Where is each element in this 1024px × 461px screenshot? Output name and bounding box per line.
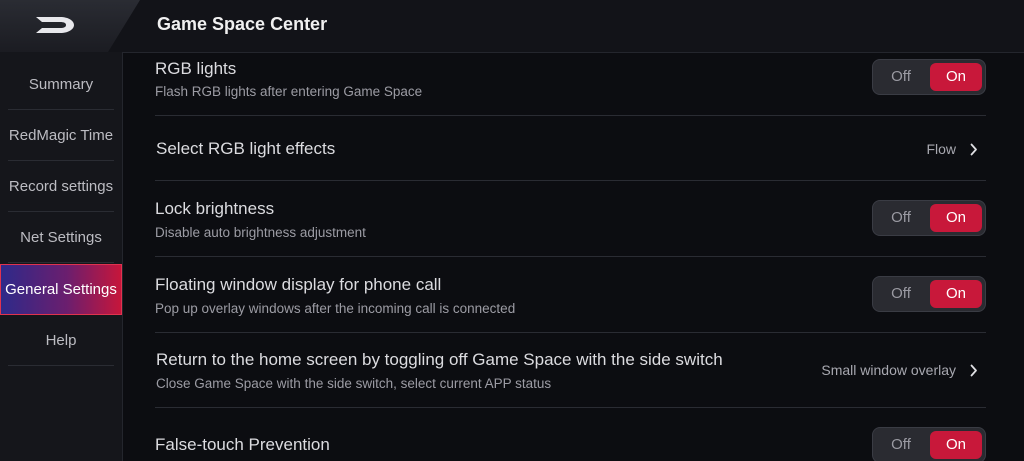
logo-tab[interactable]: [0, 0, 140, 52]
sidebar-item-general-settings[interactable]: General Settings: [0, 264, 122, 315]
setting-row-false-touch: False-touch Prevention Off On: [155, 408, 986, 461]
sidebar-item-label: RedMagic Time: [8, 127, 114, 144]
chevron-right-icon: [970, 364, 977, 376]
toggle-on-option[interactable]: On: [930, 204, 982, 232]
toggle-off-option[interactable]: Off: [873, 201, 929, 235]
sidebar-item-label: General Settings: [5, 281, 117, 298]
sidebar: Summary RedMagic Time Record settings Ne…: [0, 52, 123, 461]
sidebar-divider: [8, 262, 114, 263]
sidebar-item-label: Help: [45, 332, 77, 349]
sidebar-item-label: Summary: [28, 76, 94, 93]
setting-title: Select RGB light effects: [156, 139, 336, 158]
setting-title: RGB lights: [155, 59, 237, 78]
settings-list: RGB lights Flash RGB lights after enteri…: [123, 53, 1024, 461]
setting-subtitle: Flash RGB lights after entering Game Spa…: [155, 84, 423, 99]
setting-row-rgb-effects[interactable]: Select RGB light effects Flow: [155, 116, 986, 181]
sidebar-item-redmagic-time[interactable]: RedMagic Time: [0, 111, 122, 161]
setting-row-lock-brightness: Lock brightness Disable auto brightness …: [155, 181, 986, 257]
game-space-center-screen: Game Space Center Summary RedMagic Time …: [0, 0, 1024, 461]
sidebar-divider: [8, 365, 114, 366]
page-title: Game Space Center: [157, 14, 328, 34]
setting-title: Lock brightness: [155, 199, 275, 218]
floating-window-toggle[interactable]: Off On: [872, 276, 986, 312]
rgb-effects-value[interactable]: Flow: [926, 139, 978, 159]
sidebar-item-label: Net Settings: [20, 229, 102, 246]
setting-row-floating-window: Floating window display for phone call P…: [155, 257, 986, 333]
toggle-on-option[interactable]: On: [930, 63, 982, 91]
header-bar: Game Space Center: [0, 0, 1024, 53]
sidebar-divider: [8, 211, 114, 212]
toggle-off-option[interactable]: Off: [873, 277, 929, 311]
sidebar-divider: [8, 109, 114, 110]
setting-title: Floating window display for phone call: [155, 275, 442, 294]
sidebar-divider: [8, 160, 114, 161]
sidebar-item-help[interactable]: Help: [0, 316, 122, 366]
setting-subtitle: Pop up overlay windows after the incomin…: [155, 301, 516, 316]
sidebar-item-record-settings[interactable]: Record settings: [0, 162, 122, 212]
setting-title: False-touch Prevention: [155, 435, 330, 454]
setting-subtitle: Close Game Space with the side switch, s…: [156, 376, 552, 391]
toggle-off-option[interactable]: Off: [873, 60, 929, 94]
toggle-on-option[interactable]: On: [930, 280, 982, 308]
sidebar-item-summary[interactable]: Summary: [0, 60, 122, 110]
setting-value: Flow: [926, 141, 956, 157]
setting-value: Small window overlay: [821, 362, 956, 378]
lock-brightness-toggle[interactable]: Off On: [872, 200, 986, 236]
setting-row-rgb-lights: RGB lights Flash RGB lights after enteri…: [155, 53, 986, 116]
sidebar-item-label: Record settings: [8, 178, 114, 195]
chevron-right-icon: [970, 143, 977, 155]
setting-subtitle: Disable auto brightness adjustment: [155, 225, 366, 240]
toggle-on-option[interactable]: On: [930, 431, 982, 459]
toggle-off-option[interactable]: Off: [873, 428, 929, 461]
setting-title: Return to the home screen by toggling of…: [156, 350, 723, 369]
false-touch-toggle[interactable]: Off On: [872, 427, 986, 461]
rgb-lights-toggle[interactable]: Off On: [872, 59, 986, 95]
sidebar-item-net-settings[interactable]: Net Settings: [0, 213, 122, 263]
redmagic-logo-icon: [36, 17, 74, 33]
return-home-value[interactable]: Small window overlay: [821, 360, 978, 380]
setting-row-return-home[interactable]: Return to the home screen by toggling of…: [155, 333, 986, 408]
